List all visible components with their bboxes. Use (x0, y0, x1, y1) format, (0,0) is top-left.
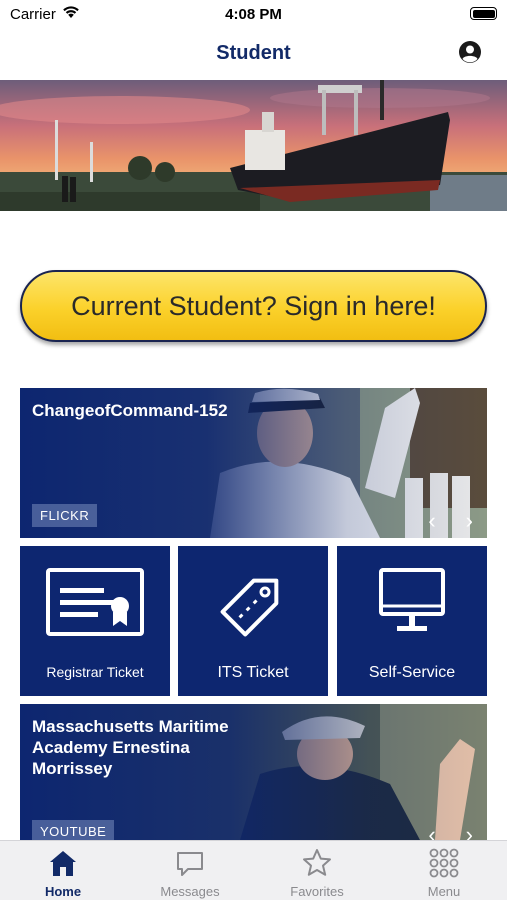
tab-messages[interactable]: Messages (127, 841, 253, 901)
self-service-button[interactable]: Self-Service (337, 546, 487, 696)
chat-bubble-icon (177, 852, 203, 876)
card-title: ChangeofCommand-152 (32, 401, 228, 420)
source-tag[interactable]: FLICKR (32, 504, 98, 527)
tab-home[interactable]: Home (0, 841, 126, 901)
star-icon (303, 849, 331, 876)
tab-label: Home (44, 884, 82, 899)
tab-bar: Home Messages Favorites Menu (0, 840, 507, 900)
status-time: 4:08 PM (225, 6, 282, 23)
chevron-right-icon[interactable]: › (466, 508, 473, 534)
chevron-right-icon[interactable]: › (466, 822, 473, 840)
carousel-arrows: ‹ › (428, 822, 473, 840)
source-tag[interactable]: YOUTUBE (32, 820, 115, 840)
home-icon (50, 851, 76, 876)
grid-dots-icon (429, 848, 459, 878)
monitor-icon (379, 568, 445, 631)
tab-label: Messages (160, 884, 220, 899)
status-bar: Carrier 4:08 PM (0, 0, 507, 30)
tile-label: ITS Ticket (217, 664, 289, 681)
news-card-youtube[interactable]: Massachusetts Maritime Academy Ernestina… (20, 704, 487, 840)
registrar-ticket-button[interactable]: Registrar Ticket (20, 546, 170, 696)
its-ticket-button[interactable]: ITS Ticket (178, 546, 328, 696)
signin-button[interactable]: Current Student? Sign in here! (20, 270, 487, 342)
battery-icon (470, 7, 497, 20)
person-circle-icon[interactable] (458, 40, 482, 64)
navigation-bar: Student (0, 30, 507, 78)
hero-image (0, 80, 507, 211)
chevron-left-icon[interactable]: ‹ (428, 822, 435, 840)
page-title: Student (216, 42, 291, 64)
card-title: Massachusetts Maritime Academy Ernestina… (32, 717, 229, 778)
chevron-left-icon[interactable]: ‹ (428, 508, 435, 534)
certificate-icon (46, 568, 144, 636)
tab-label: Menu (427, 884, 461, 899)
tile-label: Registrar Ticket (46, 664, 144, 680)
tab-label: Favorites (290, 884, 344, 899)
carousel-arrows: ‹ › (428, 508, 473, 534)
tile-label: Self-Service (368, 664, 456, 681)
tab-favorites[interactable]: Favorites (254, 841, 380, 901)
ticket-tag-icon (220, 578, 279, 637)
tab-menu[interactable]: Menu (381, 841, 507, 901)
news-card-flickr[interactable]: ChangeofCommand-152 FLICKR ‹ › (20, 388, 487, 538)
